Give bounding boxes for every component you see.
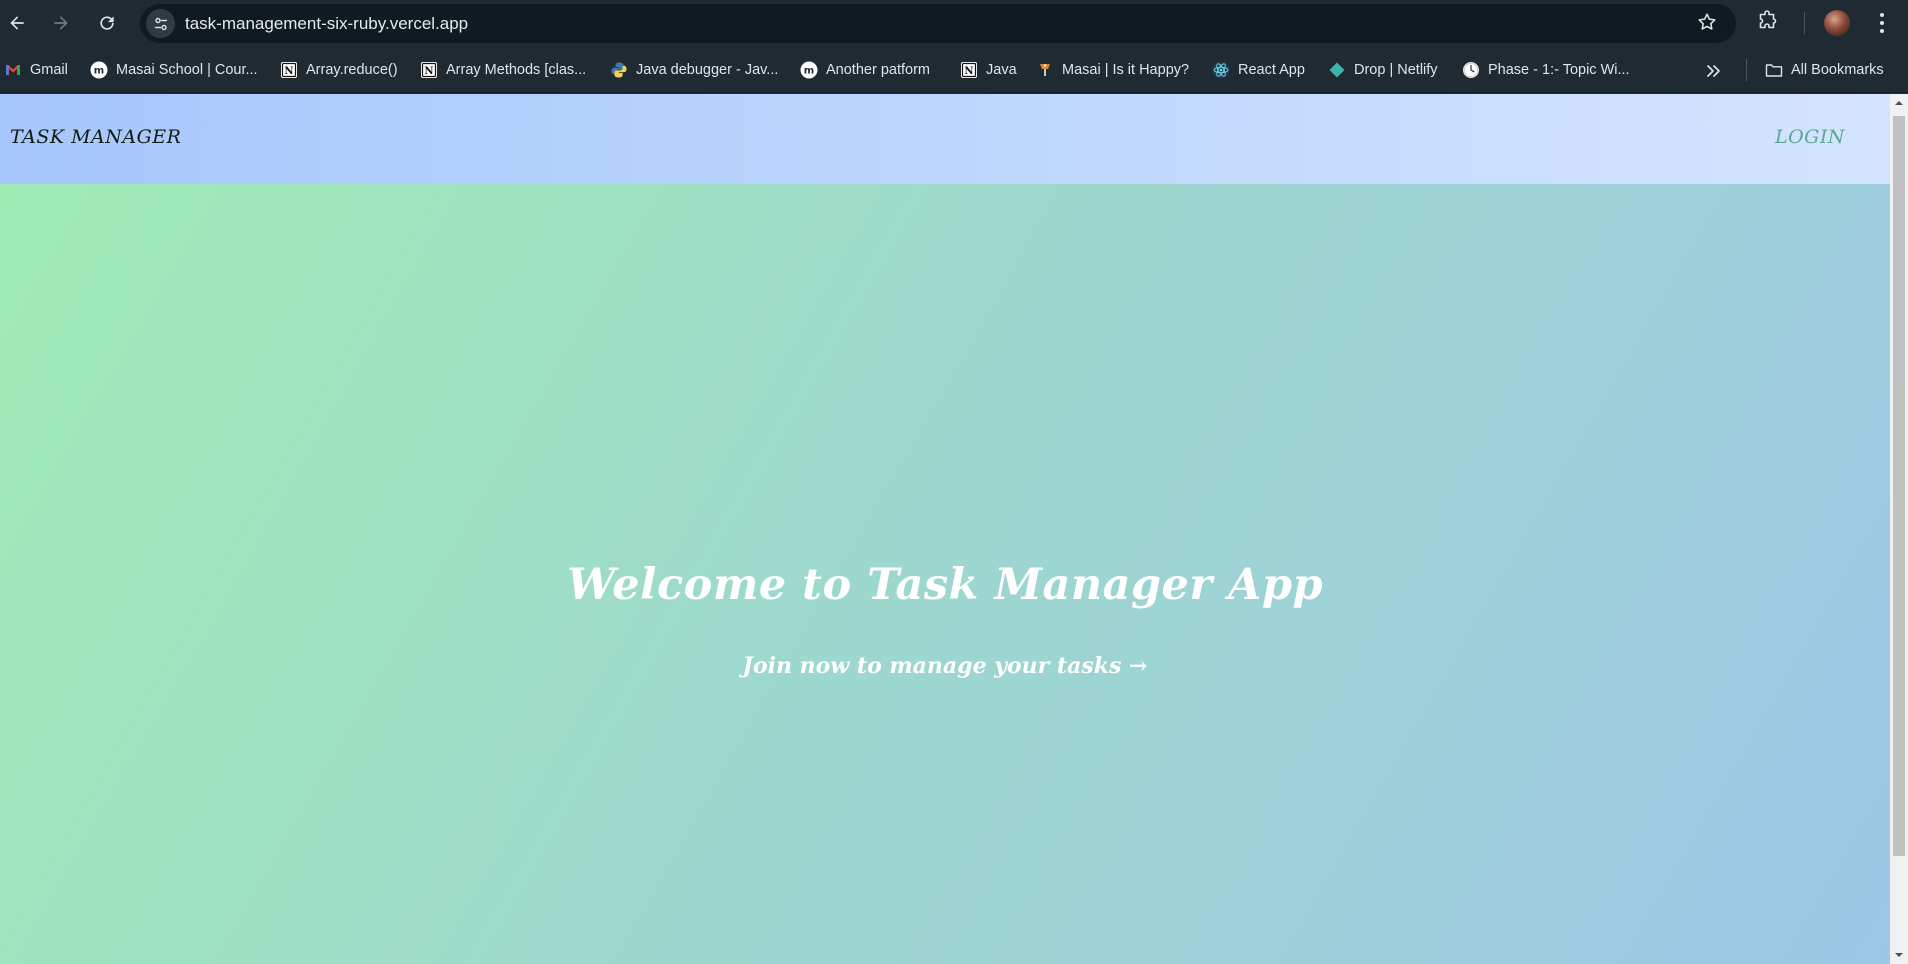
bookmarks-overflow-button[interactable] (1703, 60, 1725, 82)
page-viewport: TASK MANAGER LOGIN Welcome to Task Manag… (0, 94, 1890, 964)
brand-logo[interactable]: TASK MANAGER (10, 126, 181, 148)
reload-icon (100, 16, 114, 30)
scrollbar-thumb[interactable] (1893, 116, 1905, 856)
hero-cta: Join now to manage your tasks → (0, 653, 1890, 679)
profile-avatar[interactable] (1824, 10, 1850, 36)
bookmark-star-button[interactable] (1696, 11, 1722, 37)
notion-icon: N (420, 61, 438, 79)
bookmarks-divider (1746, 59, 1747, 81)
bookmark-masai-school[interactable]: m Masai School | Cour... (90, 57, 258, 83)
page-scrollbar[interactable] (1890, 94, 1908, 964)
reload-button[interactable] (92, 8, 122, 38)
url-text[interactable]: task-management-six-ruby.vercel.app (185, 4, 468, 43)
masai-icon: m (800, 61, 818, 79)
bookmark-another-platform[interactable]: m Another patform (800, 57, 930, 83)
bookmark-java-debugger[interactable]: Java debugger - Jav... (610, 57, 778, 83)
tune-icon (154, 17, 167, 30)
double-chevron-icon (1707, 65, 1720, 77)
netlify-icon (1328, 61, 1346, 79)
hero-section: Welcome to Task Manager App Join now to … (0, 184, 1890, 964)
hero-title: Welcome to Task Manager App (566, 560, 1324, 610)
bookmark-phase-topic[interactable]: Phase - 1:- Topic Wi... (1462, 57, 1630, 83)
scroll-down-arrow-icon[interactable] (1894, 950, 1904, 960)
bookmark-java[interactable]: N Java (960, 57, 1017, 83)
login-link[interactable]: LOGIN (1775, 126, 1845, 148)
notion-icon: N (280, 61, 298, 79)
bookmark-drop-netlify[interactable]: Drop | Netlify (1328, 57, 1438, 83)
all-bookmarks-button[interactable]: All Bookmarks (1765, 57, 1884, 83)
address-bar[interactable]: task-management-six-ruby.vercel.app (140, 4, 1736, 43)
bookmark-array-reduce[interactable]: N Array.reduce() (280, 57, 398, 83)
svg-text:m: m (94, 66, 104, 77)
bookmarks-bar: Gmail m Masai School | Cour... N Array.r… (0, 47, 1908, 93)
browser-menu-button[interactable] (1870, 10, 1894, 36)
python-icon (610, 61, 628, 79)
extensions-button[interactable] (1756, 9, 1784, 37)
site-header: TASK MANAGER LOGIN (0, 94, 1890, 184)
folder-icon (1765, 61, 1783, 79)
back-button[interactable] (2, 8, 32, 38)
notion-icon: N (960, 61, 978, 79)
svg-text:N: N (964, 66, 973, 77)
react-icon (1212, 61, 1230, 79)
bookmark-array-methods[interactable]: N Array Methods [clas... (420, 57, 586, 83)
star-icon (1698, 13, 1716, 30)
clock-icon (1462, 61, 1480, 79)
browser-toolbar: task-management-six-ruby.vercel.app (0, 0, 1908, 47)
join-now-link[interactable]: Join now to manage your tasks → (743, 653, 1148, 679)
forward-button[interactable] (46, 8, 76, 38)
masai-happy-icon (1036, 61, 1054, 79)
scroll-up-arrow-icon[interactable] (1894, 98, 1904, 108)
bookmark-react-app[interactable]: React App (1212, 57, 1305, 83)
svg-text:m: m (804, 66, 814, 77)
arrow-right-icon (54, 16, 68, 30)
site-info-button[interactable] (146, 9, 175, 38)
bookmark-masai-happy[interactable]: Masai | Is it Happy? (1036, 57, 1189, 83)
svg-text:N: N (424, 66, 433, 77)
bookmark-gmail[interactable]: Gmail (4, 57, 68, 83)
gmail-icon (4, 61, 22, 79)
puzzle-icon (1759, 10, 1777, 29)
toolbar-divider (1804, 12, 1805, 34)
svg-text:N: N (284, 66, 293, 77)
arrow-left-icon (10, 16, 24, 30)
masai-icon: m (90, 61, 108, 79)
kebab-menu-icon (1880, 13, 1884, 33)
